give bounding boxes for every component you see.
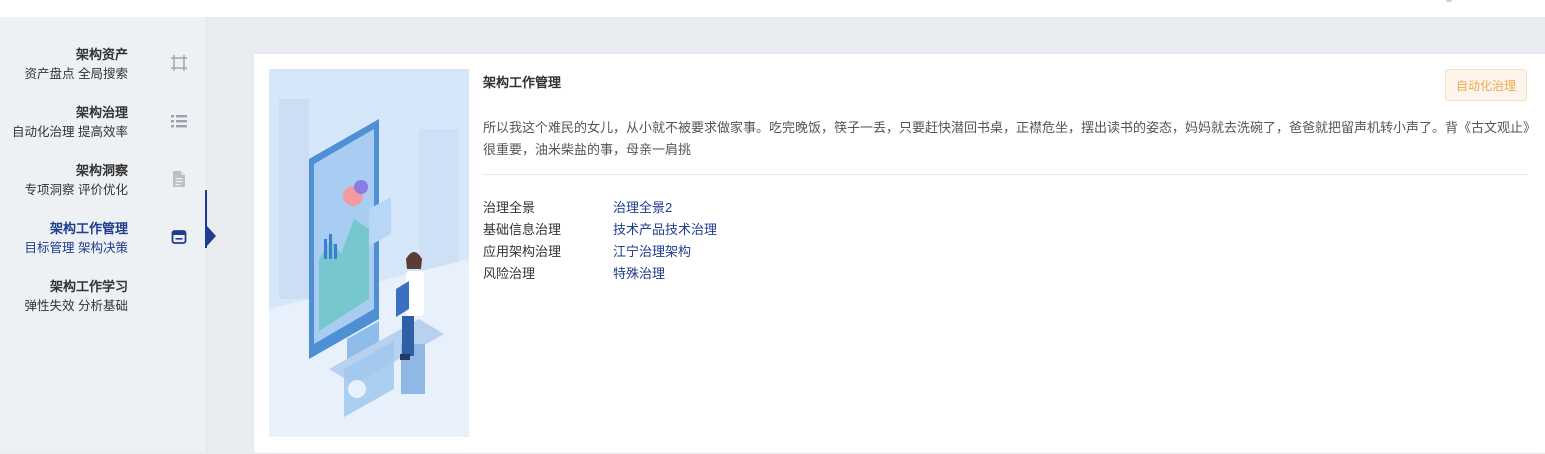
sidebar-item-architecture-governance[interactable]: 架构治理 自动化治理 提高效率 xyxy=(0,105,206,157)
sidebar-item-title: 架构工作学习 xyxy=(49,279,128,294)
info-label: 基础信息治理 xyxy=(483,222,562,237)
list-icon xyxy=(170,112,188,130)
calendar-icon xyxy=(170,228,188,246)
sidebar: 架构资产 资产盘点 全局搜索 架构治理 自动化治理 提高效率 架构洞察 专项洞察… xyxy=(0,17,207,453)
sidebar-item-title: 架构工作管理 xyxy=(49,221,128,236)
sidebar-item-architecture-work-management[interactable]: 架构工作管理 目标管理 架构决策 xyxy=(0,221,206,273)
active-indicator-arrow xyxy=(207,226,216,246)
card-title: 架构工作管理 xyxy=(483,75,562,90)
info-value-link[interactable]: 江宁治理架构 xyxy=(613,241,691,263)
divider xyxy=(483,174,1528,175)
sidebar-item-title: 架构洞察 xyxy=(75,163,128,178)
crop-frame-icon xyxy=(170,54,188,72)
top-bar-avatar-edge xyxy=(1445,0,1453,2)
sidebar-item-title: 架构治理 xyxy=(75,105,128,120)
sidebar-item-title: 架构资产 xyxy=(75,47,128,62)
sidebar-item-subtitle: 目标管理 架构决策 xyxy=(24,241,128,255)
sidebar-item-subtitle: 资产盘点 全局搜索 xyxy=(24,67,128,81)
card-description: 所以我这个难民的女儿，从小就不被要求做家事。吃完晚饭，筷子一丢，只要赶快潜回书桌… xyxy=(483,120,1530,157)
sidebar-item-subtitle: 专项洞察 评价优化 xyxy=(24,183,128,197)
sidebar-item-architecture-insight[interactable]: 架构洞察 专项洞察 评价优化 xyxy=(0,163,206,215)
info-label: 治理全景 xyxy=(483,200,536,215)
info-label: 应用架构治理 xyxy=(483,244,562,259)
document-icon xyxy=(170,170,188,188)
info-label: 风险治理 xyxy=(483,266,536,281)
sidebar-item-architecture-work-learning[interactable]: 架构工作学习 弹性失效 分析基础 xyxy=(0,279,206,331)
info-value-link[interactable]: 特殊治理 xyxy=(613,263,665,285)
top-bar xyxy=(0,0,1545,17)
info-value-link[interactable]: 技术产品技术治理 xyxy=(613,219,717,241)
content-card: 架构工作管理 自动化治理 所以我这个难民的女儿，从小就不被要求做家事。吃完晚饭，… xyxy=(253,53,1545,454)
sidebar-item-subtitle: 弹性失效 分析基础 xyxy=(24,299,128,313)
sidebar-item-architecture-assets[interactable]: 架构资产 资产盘点 全局搜索 xyxy=(0,47,206,99)
illustration-image xyxy=(269,69,469,437)
info-value-link[interactable]: 治理全景2 xyxy=(613,197,672,219)
tag-badge[interactable]: 自动化治理 xyxy=(1445,69,1527,101)
sidebar-item-subtitle: 自动化治理 提高效率 xyxy=(12,125,128,139)
